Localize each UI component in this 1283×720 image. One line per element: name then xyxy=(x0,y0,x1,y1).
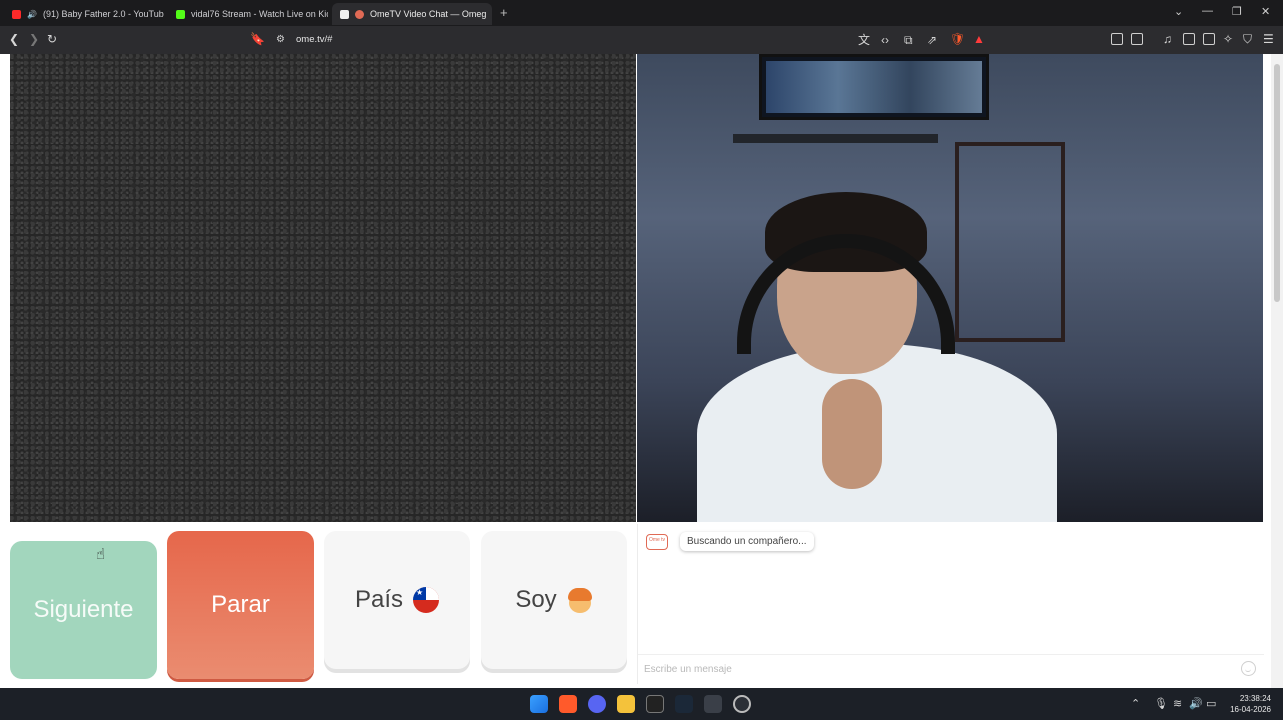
emoji-icon[interactable] xyxy=(1241,661,1256,676)
back-icon[interactable]: ❮ xyxy=(9,32,19,46)
show-hidden-icons-icon[interactable]: ⌃ xyxy=(1131,697,1140,710)
code-icon[interactable]: ‹› xyxy=(881,33,889,47)
settings-icon[interactable] xyxy=(704,695,722,713)
gender-label: Soy xyxy=(515,586,557,613)
url-text[interactable]: ome.tv/# xyxy=(296,34,332,45)
person-hand xyxy=(822,379,882,489)
discord-icon[interactable] xyxy=(588,695,606,713)
tab-youtube[interactable]: 🔊 (91) Baby Father 2.0 - YouTube xyxy=(4,3,164,25)
ometv-icon xyxy=(355,9,364,19)
ometv-logo: Ome tv xyxy=(646,534,668,550)
app-icon[interactable] xyxy=(733,695,751,713)
vpn-shield-icon[interactable]: ⛉ xyxy=(1243,32,1252,46)
system-clock[interactable]: 23:38:24 16-04-2026 xyxy=(1230,693,1271,715)
gender-button[interactable]: Soy xyxy=(481,531,627,669)
share-icon[interactable]: ⇗ xyxy=(927,33,937,47)
tab-list-chevron-icon[interactable]: ⌄ xyxy=(1174,5,1183,18)
tab-ometv[interactable]: OmeTV Video Chat — Omeg ✕ xyxy=(332,3,492,25)
brave-browser-icon[interactable] xyxy=(559,695,577,713)
country-button[interactable]: País ★ xyxy=(324,531,470,669)
bookmark-icon[interactable]: 🔖 xyxy=(250,32,265,46)
chile-flag-icon: ★ xyxy=(413,587,440,613)
site-info-icon[interactable]: ⚙ xyxy=(276,33,285,47)
speaker-icon: 🔊 xyxy=(27,9,37,19)
wallet-icon[interactable] xyxy=(1131,33,1143,45)
brave-shields-icon[interactable]: 🛡 xyxy=(950,32,965,46)
music-icon[interactable]: ♫ xyxy=(1163,32,1172,46)
boy-emoji-icon xyxy=(567,587,593,613)
new-tab-button[interactable]: + xyxy=(500,5,508,20)
stop-button[interactable]: Parar xyxy=(167,531,314,679)
self-camera-video xyxy=(637,54,1263,522)
next-button[interactable]: Siguiente xyxy=(10,541,157,679)
leo-ai-icon[interactable]: ✧ xyxy=(1223,32,1233,46)
reload-icon[interactable]: ↻ xyxy=(47,32,57,46)
status-message: Buscando un compañero... xyxy=(680,532,814,551)
windows-taskbar: ⌃ 🎙 ≋ 🔊 ▭ 23:38:24 16-04-2026 xyxy=(0,688,1283,720)
address-bar[interactable]: ⚙ ome.tv/# 文 ‹› ⧉ ⇗ 🛡 ▲ xyxy=(270,30,990,50)
steam-icon[interactable] xyxy=(675,695,693,713)
volume-icon[interactable]: 🔊 xyxy=(1189,697,1203,710)
browser-tab-bar: 🔊 (91) Baby Father 2.0 - YouTube vidal76… xyxy=(0,0,1283,26)
message-input[interactable] xyxy=(644,661,1224,677)
minimize-icon[interactable]: — xyxy=(1202,5,1213,17)
tab-kick[interactable]: vidal76 Stream - Watch Live on Kick xyxy=(168,3,328,25)
clock-time: 23:38:24 xyxy=(1239,694,1271,703)
extensions-icon[interactable] xyxy=(1111,33,1123,45)
brave-rewards-icon[interactable]: ▲ xyxy=(973,32,985,46)
tv-screen xyxy=(759,54,989,120)
country-label: País xyxy=(354,586,404,613)
close-window-icon[interactable]: ✕ xyxy=(1261,5,1270,18)
epic-games-icon[interactable] xyxy=(646,695,664,713)
youtube-icon xyxy=(12,9,21,19)
shelf xyxy=(733,134,938,143)
kick-icon xyxy=(176,9,185,19)
sidebar-icon[interactable] xyxy=(1183,33,1195,45)
tab-title: OmeTV Video Chat — Omeg xyxy=(370,9,487,19)
tab-title: vidal76 Stream - Watch Live on Kick xyxy=(191,9,328,19)
next-label: Siguiente xyxy=(33,596,134,623)
wifi-icon[interactable]: ≋ xyxy=(1173,697,1182,710)
browser-toolbar: ❮ ❯ ↻ 🔖 ⚙ ome.tv/# 文 ‹› ⧉ ⇗ 🛡 ▲ ♫ ✧ ⛉ ☰ xyxy=(0,26,1283,54)
windows-start-icon[interactable] xyxy=(530,695,548,713)
page-scrollbar[interactable] xyxy=(1271,54,1283,688)
scrollbar-thumb[interactable] xyxy=(1274,64,1280,302)
chat-panel: Ome tv Buscando un compañero... xyxy=(637,524,1264,684)
translate-icon[interactable]: 文 xyxy=(858,33,870,47)
open-external-icon[interactable]: ⧉ xyxy=(904,33,913,47)
stop-label: Parar xyxy=(211,591,270,618)
forward-icon[interactable]: ❯ xyxy=(29,32,39,46)
microphone-icon[interactable]: 🎙 xyxy=(1154,697,1168,710)
shelf-rack xyxy=(955,142,1065,342)
wallet-card-icon[interactable] xyxy=(1203,33,1215,45)
record-icon xyxy=(340,9,349,19)
battery-icon[interactable]: ▭ xyxy=(1206,697,1216,710)
menu-icon[interactable]: ☰ xyxy=(1263,32,1274,46)
ometv-page: Siguiente Parar País ★ Soy ☝ Ome tv Busc… xyxy=(0,54,1283,688)
restore-icon[interactable]: ❐ xyxy=(1232,5,1242,18)
tab-title: (91) Baby Father 2.0 - YouTube xyxy=(42,9,164,19)
file-explorer-icon[interactable] xyxy=(617,695,635,713)
partner-video-static xyxy=(10,54,636,522)
mouse-cursor-icon: ☝ xyxy=(96,546,106,563)
chat-input-bar xyxy=(638,654,1264,682)
clock-date: 16-04-2026 xyxy=(1230,705,1271,714)
